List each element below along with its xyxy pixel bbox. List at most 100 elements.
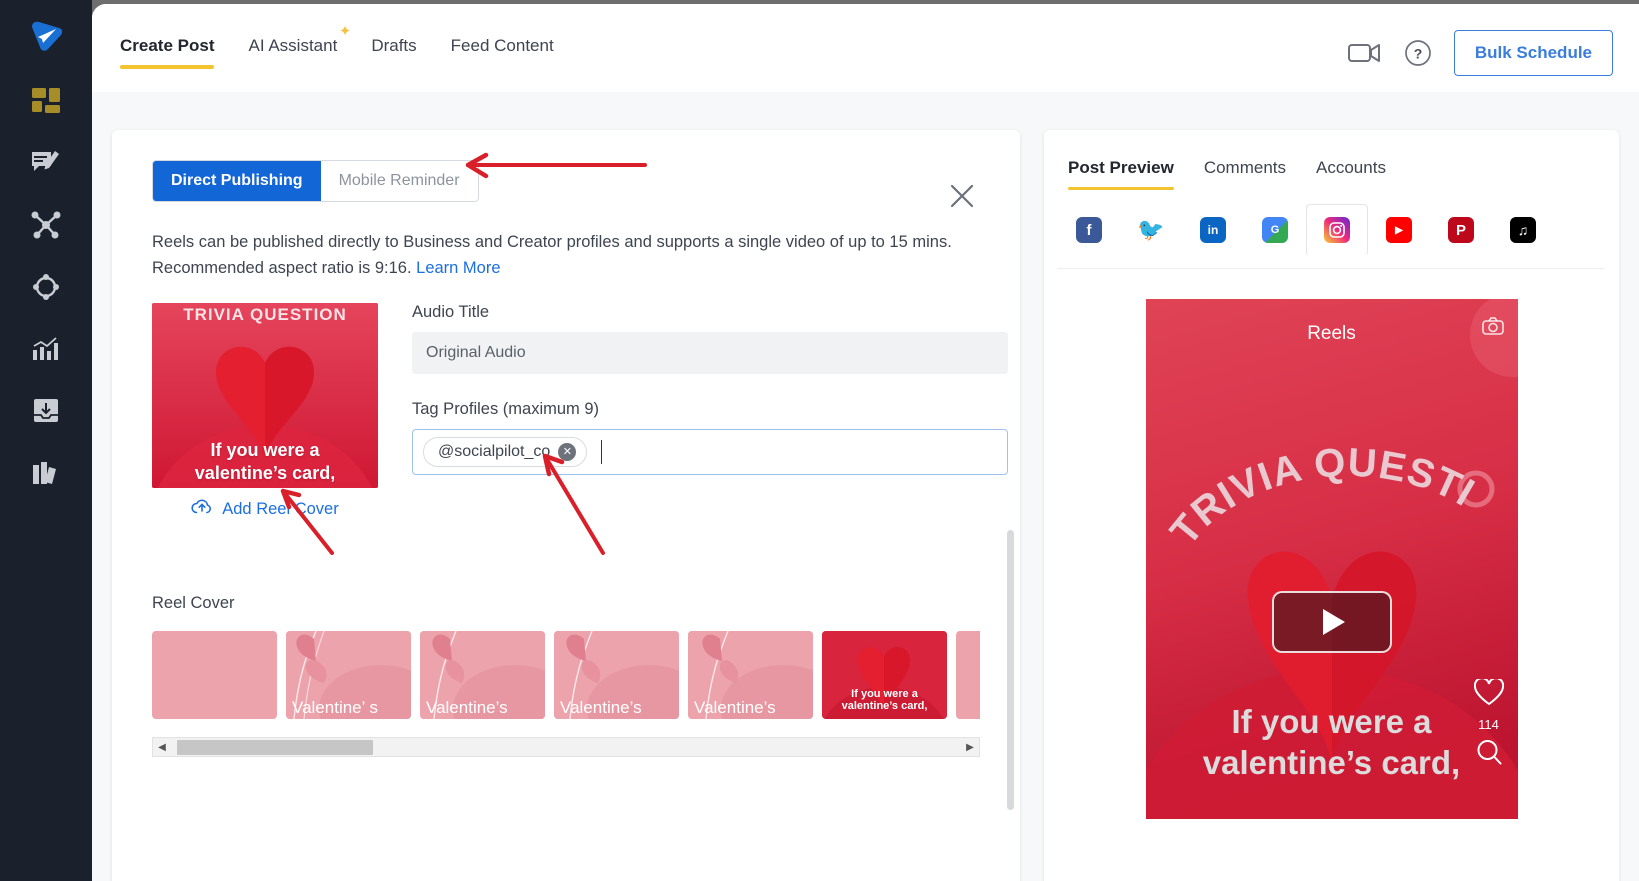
left-sidebar (0, 0, 92, 881)
add-reel-cover-button[interactable]: Add Reel Cover (152, 498, 378, 520)
reel-thumbnail-arc-text: TRIVIA QUESTION (183, 305, 347, 325)
cover-thumb-1[interactable]: Valentine’ s (286, 631, 411, 720)
learn-more-link[interactable]: Learn More (416, 259, 500, 277)
network-selector: f 🐦 in G ▶ P ♫ (1058, 204, 1605, 269)
cover-thumb-3[interactable]: Valentine’s (554, 631, 679, 720)
paper-plane-logo[interactable] (27, 18, 65, 56)
tag-profiles-input[interactable]: @socialpilot_co ✕ (412, 429, 1008, 476)
arc-text-path: TRIVIA QUESTI (1162, 440, 1481, 553)
close-icon[interactable] (948, 182, 976, 210)
cover-scroll-track[interactable] (171, 738, 961, 756)
pinterest-icon: P (1448, 217, 1474, 243)
video-camera-icon[interactable] (1347, 41, 1382, 65)
svg-text:TRIVIA QUESTI: TRIVIA QUESTI (1162, 440, 1482, 553)
reel-thumbnail[interactable]: TRIVIA QUESTION If you were a valentine’… (152, 303, 378, 489)
network-google-business[interactable]: G (1244, 204, 1306, 256)
play-button-icon[interactable] (1271, 591, 1392, 653)
content-area: Direct Publishing Mobile Reminder Reels … (92, 92, 1639, 881)
cover-thumb-4[interactable]: Valentine’s (688, 631, 813, 720)
tiktok-icon: ♫ (1510, 217, 1536, 243)
bulk-schedule-button[interactable]: Bulk Schedule (1453, 30, 1613, 76)
preview-side-actions: 114 (1473, 677, 1504, 771)
sidebar-item-inbox[interactable] (29, 394, 63, 428)
cover-strip-scrollbar[interactable]: ◀ ▶ (152, 737, 980, 758)
sidebar-item-connections[interactable] (29, 208, 63, 242)
network-tiktok[interactable]: ♫ (1492, 204, 1554, 256)
preview-caption-line1: If you were a (1231, 702, 1432, 740)
tab-post-preview[interactable]: Post Preview (1068, 158, 1174, 190)
publishing-mode-row: Direct Publishing Mobile Reminder (152, 160, 1020, 202)
top-bar-actions: ? Bulk Schedule (1347, 30, 1613, 76)
app-root: Create Post AI Assistant ✦ Drafts Feed C… (0, 0, 1639, 881)
google-business-icon: G (1262, 217, 1288, 243)
heart-outline-icon[interactable] (1473, 677, 1504, 711)
cover-thumb-0[interactable] (152, 631, 277, 720)
reel-cover-strip[interactable]: Valentine’ s Valentine’s Valentine’s Val… (152, 631, 980, 720)
analytics-bar-chart-icon (32, 336, 60, 362)
scroll-right-arrow-icon[interactable]: ▶ (961, 742, 979, 753)
play-triangle (1323, 609, 1345, 635)
audio-title-input: Original Audio (412, 332, 1008, 375)
network-pinterest[interactable]: P (1430, 204, 1492, 256)
tab-ai-assistant-label: AI Assistant (248, 36, 338, 55)
reel-preview-frame: Reels TRIVIA QUESTI If you were a valent… (1145, 299, 1518, 819)
camera-icon[interactable] (1481, 317, 1504, 340)
youtube-icon: ▶ (1386, 217, 1412, 243)
add-reel-cover-label: Add Reel Cover (222, 499, 339, 518)
tag-profile-chip: @socialpilot_co ✕ (423, 437, 588, 468)
segment-direct-publishing[interactable]: Direct Publishing (153, 161, 321, 201)
tab-drafts[interactable]: Drafts (371, 36, 416, 69)
facebook-icon: f (1076, 217, 1102, 243)
preview-arc-text: TRIVIA QUESTI (1146, 429, 1518, 564)
instagram-icon (1324, 217, 1350, 243)
inbox-download-icon (32, 398, 60, 424)
network-linkedin[interactable]: in (1182, 204, 1244, 256)
question-mark-circle-icon[interactable]: ? (1404, 39, 1432, 67)
tag-profiles-label: Tag Profiles (maximum 9) (412, 400, 600, 419)
tab-accounts[interactable]: Accounts (1316, 158, 1386, 190)
tab-feed-content[interactable]: Feed Content (451, 36, 554, 69)
cover-thumb-1-label: Valentine’ s (292, 697, 378, 717)
search-circle-icon[interactable] (1475, 738, 1503, 771)
cover-thumb-6[interactable] (956, 631, 980, 720)
sidebar-item-posts[interactable] (29, 146, 63, 180)
reel-cover-section: Reel Cover Valentine’ s Valentine’s Vale… (152, 594, 1020, 758)
reel-fields: Audio Title Original Audio Tag Profiles … (412, 303, 1020, 520)
tab-comments[interactable]: Comments (1204, 158, 1286, 190)
target-circle-icon (32, 273, 60, 301)
network-facebook[interactable]: f (1058, 204, 1120, 256)
reel-caption-line1: If you were a (210, 440, 320, 461)
reel-caption-line2: valentine’s card, (194, 462, 336, 483)
reels-label: Reels (1307, 323, 1356, 344)
like-count: 114 (1478, 717, 1499, 732)
tab-create-post[interactable]: Create Post (120, 36, 215, 69)
cloud-upload-icon (191, 498, 213, 520)
editor-vertical-scrollbar[interactable] (1007, 530, 1014, 810)
sidebar-item-dashboard[interactable] (29, 84, 63, 118)
text-caret (601, 440, 603, 465)
cover-thumb-5[interactable]: If you were a valentine’s card, (822, 631, 947, 720)
sidebar-item-analytics[interactable] (29, 332, 63, 366)
audio-title-value: Original Audio (426, 344, 526, 362)
sidebar-item-discovery[interactable] (29, 270, 63, 304)
reel-thumbnail-caption: If you were a valentine’s card, (152, 439, 378, 484)
cover-scroll-thumb[interactable] (177, 740, 373, 756)
chip-remove-icon[interactable]: ✕ (558, 443, 577, 462)
network-instagram[interactable] (1306, 204, 1368, 256)
cover-thumb-3-label: Valentine’s (560, 697, 642, 717)
reel-cover-title: Reel Cover (152, 594, 235, 613)
reel-thumbnail-block: TRIVIA QUESTION If you were a valentine’… (152, 303, 378, 520)
preview-caption-line2: valentine’s card, (1202, 743, 1461, 781)
top-bar: Create Post AI Assistant ✦ Drafts Feed C… (92, 4, 1639, 92)
svg-text:?: ? (1414, 46, 1423, 62)
network-youtube[interactable]: ▶ (1368, 204, 1430, 256)
network-twitter[interactable]: 🐦 (1120, 204, 1182, 256)
tab-ai-assistant[interactable]: AI Assistant ✦ (248, 23, 351, 69)
reel-description-text: Reels can be published directly to Busin… (152, 233, 952, 277)
cover-thumb-4-label: Valentine’s (694, 697, 776, 717)
segment-mobile-reminder[interactable]: Mobile Reminder (320, 161, 478, 201)
cover-thumb-2[interactable]: Valentine’s (420, 631, 545, 720)
sidebar-item-library[interactable] (29, 456, 63, 490)
dashboard-grid-icon (32, 88, 60, 114)
scroll-left-arrow-icon[interactable]: ◀ (153, 742, 171, 753)
